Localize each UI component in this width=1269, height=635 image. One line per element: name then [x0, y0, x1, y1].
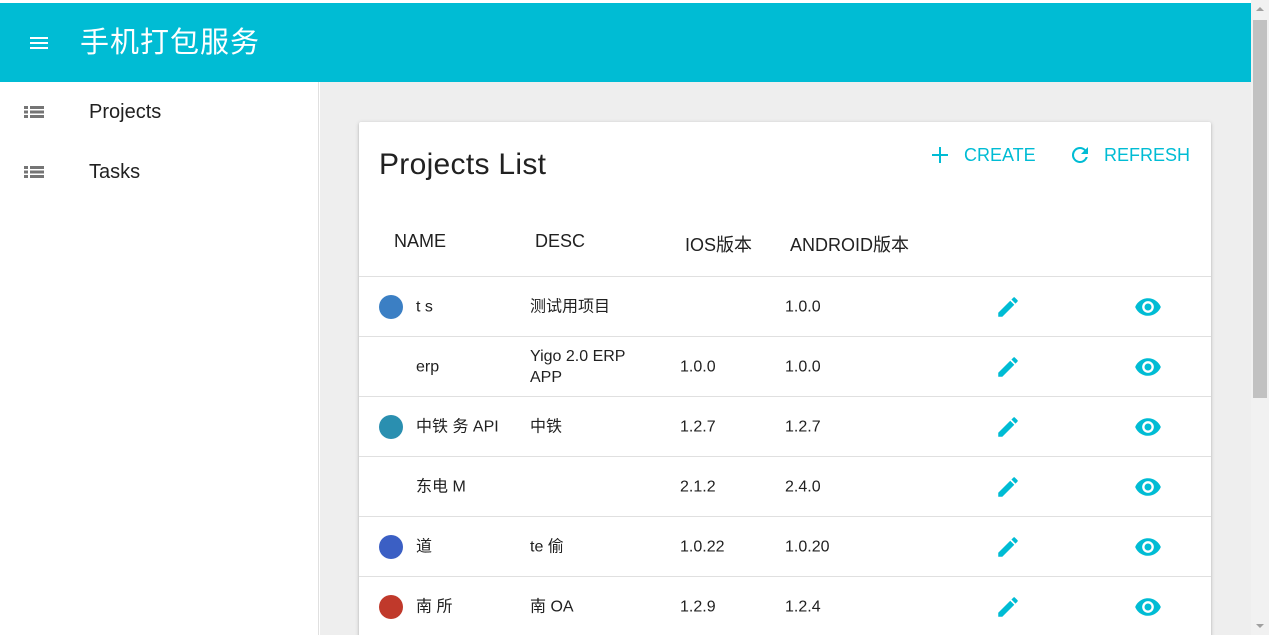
project-ios-version: 1.2.9 — [680, 598, 716, 615]
table-row: 道 te 偷 1.0.22 1.0.20 — [359, 517, 1211, 577]
sidebar: Projects Tasks — [0, 82, 319, 635]
menu-icon — [30, 36, 48, 49]
project-name: t s — [416, 298, 433, 315]
main-content: Projects List CREATE REFRESH NAME DESC I… — [320, 82, 1251, 635]
view-button[interactable] — [1134, 593, 1162, 621]
scroll-thumb[interactable] — [1253, 20, 1267, 398]
project-ios-version: 2.1.2 — [680, 478, 716, 495]
view-button[interactable] — [1134, 293, 1162, 321]
project-thumbnail — [379, 594, 403, 619]
edit-button[interactable] — [995, 594, 1021, 620]
project-ios-version: 1.2.7 — [680, 418, 716, 435]
project-name: 道 — [416, 538, 433, 555]
project-desc: Yigo 2.0 ERP APP — [530, 347, 626, 386]
project-desc: 中铁 — [530, 418, 563, 435]
chevron-up-icon — [1256, 7, 1264, 11]
sidebar-item-projects[interactable]: Projects — [0, 82, 318, 142]
eye-icon — [1135, 477, 1161, 496]
table-header: NAME DESC IOS版本 ANDROID版本 — [359, 217, 1211, 277]
project-desc: 南 OA — [530, 598, 574, 615]
project-android-version: 1.0.20 — [785, 538, 830, 555]
project-thumbnail — [379, 474, 403, 499]
project-thumbnail — [379, 294, 403, 319]
create-button[interactable]: CREATE — [928, 142, 1036, 168]
pencil-icon — [998, 296, 1018, 317]
eye-icon — [1135, 357, 1161, 376]
table-row: 南 所 南 OA 1.2.9 1.2.4 — [359, 577, 1211, 635]
project-thumbnail — [379, 354, 403, 379]
pencil-icon — [998, 476, 1018, 497]
project-desc: te 偷 — [530, 538, 564, 555]
project-android-version: 1.2.7 — [785, 418, 821, 435]
refresh-label: REFRESH — [1104, 144, 1191, 165]
table-row: t s 测试用项目 1.0.0 — [359, 277, 1211, 337]
create-label: CREATE — [964, 144, 1036, 165]
pencil-icon — [998, 536, 1018, 557]
project-android-version: 1.2.4 — [785, 598, 821, 615]
page-title: Projects List — [379, 148, 547, 181]
project-ios-version: 1.0.22 — [680, 538, 725, 555]
view-button[interactable] — [1134, 533, 1162, 561]
table-row: erp Yigo 2.0 ERP APP 1.0.0 1.0.0 — [359, 337, 1211, 397]
eye-icon — [1135, 297, 1161, 316]
view-button[interactable] — [1134, 473, 1162, 501]
edit-button[interactable] — [995, 294, 1021, 320]
scrollbar[interactable] — [1251, 0, 1269, 635]
eye-icon — [1135, 537, 1161, 556]
table-row: 中铁 务 API 中铁 1.2.7 1.2.7 — [359, 397, 1211, 457]
sidebar-item-label: Tasks — [89, 160, 141, 183]
refresh-icon — [1068, 143, 1092, 167]
project-ios-version: 1.0.0 — [680, 358, 716, 375]
project-name: 中铁 务 API — [416, 418, 499, 435]
scroll-down-button[interactable] — [1251, 617, 1269, 635]
table-row: 东电 M 2.1.2 2.4.0 — [359, 457, 1211, 517]
project-android-version: 1.0.0 — [785, 358, 821, 375]
list-icon — [22, 100, 46, 124]
eye-icon — [1135, 417, 1161, 436]
project-name: 南 所 — [416, 598, 453, 615]
column-header-name: NAME — [394, 231, 447, 251]
pencil-icon — [998, 356, 1018, 377]
plus-icon — [928, 143, 952, 167]
project-desc: 测试用项目 — [530, 298, 611, 315]
list-icon — [22, 160, 46, 184]
column-header-android: ANDROID版本 — [790, 235, 910, 255]
chevron-down-icon — [1256, 624, 1264, 628]
app-bar: 手机打包服务 — [0, 0, 1251, 82]
sidebar-item-label: Projects — [89, 100, 162, 123]
app-title: 手机打包服务 — [80, 25, 261, 59]
sidebar-item-tasks[interactable]: Tasks — [0, 142, 318, 202]
pencil-icon — [998, 596, 1018, 617]
view-button[interactable] — [1134, 353, 1162, 381]
edit-button[interactable] — [995, 474, 1021, 500]
projects-card: Projects List CREATE REFRESH NAME DESC I… — [359, 122, 1211, 635]
project-android-version: 2.4.0 — [785, 478, 821, 495]
project-android-version: 1.0.0 — [785, 298, 821, 315]
project-thumbnail — [379, 534, 403, 559]
project-name: erp — [416, 358, 440, 375]
project-thumbnail — [379, 414, 403, 439]
pencil-icon — [998, 416, 1018, 437]
menu-button[interactable] — [27, 31, 51, 55]
scroll-up-button[interactable] — [1251, 0, 1269, 18]
edit-button[interactable] — [995, 354, 1021, 380]
project-name: 东电 M — [416, 478, 466, 495]
column-header-ios: IOS版本 — [685, 235, 753, 255]
edit-button[interactable] — [995, 534, 1021, 560]
edit-button[interactable] — [995, 414, 1021, 440]
refresh-button[interactable]: REFRESH — [1068, 142, 1190, 168]
column-header-desc: DESC — [535, 231, 586, 251]
app-root: 手机打包服务 Projects Tasks Projects List CREA… — [0, 0, 1269, 635]
view-button[interactable] — [1134, 413, 1162, 441]
eye-icon — [1135, 597, 1161, 616]
